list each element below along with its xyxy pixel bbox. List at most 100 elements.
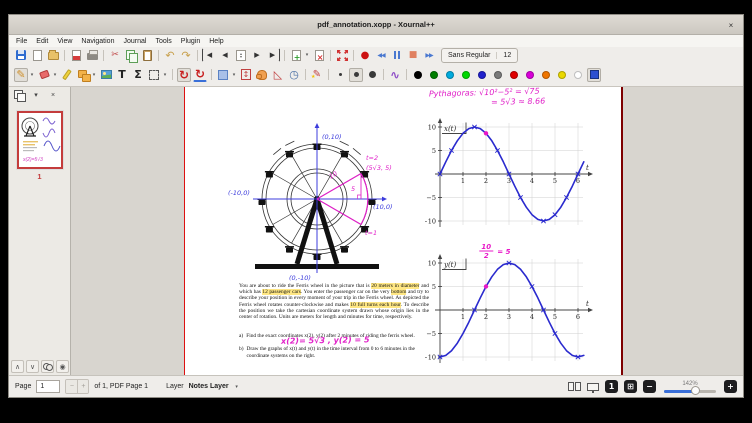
dual-page-view-button[interactable] bbox=[568, 382, 581, 391]
highlighted-text: 20 meters in diameter bbox=[371, 283, 419, 289]
zoom-slider-thumb[interactable] bbox=[691, 386, 700, 395]
color-swatch-white[interactable] bbox=[571, 68, 585, 82]
fill-toggle[interactable] bbox=[216, 68, 230, 82]
first-page-button[interactable]: ◀ bbox=[202, 48, 216, 62]
menu-navigation[interactable]: Navigation bbox=[81, 38, 114, 45]
snap-rotation-toggle[interactable]: ↻ bbox=[177, 68, 191, 82]
select-object-tool-button[interactable] bbox=[76, 68, 90, 82]
pen-options-dropdown[interactable]: ▾ bbox=[29, 72, 35, 78]
zoom-slider[interactable]: 142% bbox=[662, 381, 718, 393]
menu-plugin[interactable]: Plugin bbox=[181, 38, 200, 45]
seek-backward-button[interactable]: ◀◀ bbox=[374, 48, 388, 62]
record-audio-button[interactable]: ● bbox=[358, 48, 372, 62]
open-button[interactable] bbox=[46, 48, 60, 62]
presentation-mode-button[interactable] bbox=[587, 383, 599, 391]
export-pdf-button[interactable] bbox=[69, 48, 83, 62]
zoom-out-button[interactable]: − bbox=[643, 380, 656, 393]
shape-recognizer-button[interactable]: ✎★ bbox=[310, 68, 324, 82]
color-chooser-button[interactable] bbox=[587, 68, 601, 82]
scroll-up-button[interactable]: ∧ bbox=[11, 360, 24, 373]
color-swatch-cyan[interactable] bbox=[443, 68, 457, 82]
goto-page-button[interactable]: ▴▾ bbox=[234, 48, 248, 62]
color-swatch-green[interactable] bbox=[427, 68, 441, 82]
setsquare-tool-button[interactable]: ◺ bbox=[271, 68, 285, 82]
page-number-input[interactable]: 1 bbox=[36, 380, 60, 393]
last-page-button[interactable]: ▶ bbox=[266, 48, 280, 62]
copy-button[interactable] bbox=[124, 48, 138, 62]
new-page-dropdown[interactable]: ▾ bbox=[304, 52, 310, 58]
eraser-options-dropdown[interactable]: ▾ bbox=[52, 72, 58, 78]
snap-grid-toggle[interactable]: ↻ bbox=[193, 68, 207, 82]
new-document-button[interactable] bbox=[30, 48, 44, 62]
pen-tool-button[interactable]: ✎ bbox=[14, 68, 28, 82]
paragraph-text: You are about to ride the Ferris wheel i… bbox=[239, 283, 371, 289]
thickness-fine-button[interactable] bbox=[333, 68, 347, 82]
preview-tab-button[interactable] bbox=[14, 90, 24, 100]
zoom-in-button[interactable]: + bbox=[724, 380, 737, 393]
page-decrement-button[interactable]: − bbox=[66, 380, 77, 393]
select-object-dropdown[interactable]: ▾ bbox=[91, 72, 97, 78]
ferris-wheel-figure: (0,10) (-10,0) (10,0) (0,-10) 10 5 t=2 (… bbox=[227, 111, 407, 283]
window-close-icon[interactable]: × bbox=[725, 19, 737, 31]
menu-journal[interactable]: Journal bbox=[123, 38, 146, 45]
color-swatch-gray[interactable] bbox=[491, 68, 505, 82]
seek-forward-button[interactable]: ▶▶ bbox=[422, 48, 436, 62]
menu-view[interactable]: View bbox=[57, 38, 72, 45]
white-color-icon bbox=[574, 71, 582, 79]
fill-opacity-dropdown[interactable]: ▾ bbox=[231, 72, 237, 78]
layer-dropdown[interactable]: ▾ bbox=[234, 384, 240, 390]
save-button[interactable] bbox=[14, 48, 28, 62]
spline-tool-button[interactable]: ∿ bbox=[388, 68, 402, 82]
text-tool-button[interactable]: T bbox=[115, 68, 129, 82]
vertical-space-tool-button[interactable]: ↕ bbox=[239, 68, 253, 82]
zoom-fit-button[interactable]: ⊞ bbox=[624, 380, 637, 393]
sidebar-close-icon[interactable]: × bbox=[48, 90, 58, 100]
scroll-down-button[interactable]: ∨ bbox=[26, 360, 39, 373]
pause-playback-button[interactable] bbox=[390, 48, 404, 62]
compass-tool-button[interactable]: ◷ bbox=[287, 68, 301, 82]
eraser-tool-button[interactable] bbox=[37, 68, 51, 82]
paste-button[interactable] bbox=[140, 48, 154, 62]
color-swatch-black[interactable] bbox=[411, 68, 425, 82]
color-swatch-orange[interactable] bbox=[539, 68, 553, 82]
menu-help[interactable]: Help bbox=[209, 38, 223, 45]
new-page-after-button[interactable] bbox=[289, 48, 303, 62]
tex-tool-button[interactable]: Σ bbox=[131, 68, 145, 82]
hand-tool-button[interactable] bbox=[255, 68, 269, 82]
next-page-button[interactable]: ▶ bbox=[250, 48, 264, 62]
fullscreen-button[interactable] bbox=[335, 48, 349, 62]
zoom-100-button[interactable]: 1 bbox=[605, 380, 618, 393]
redo-button[interactable]: ↷ bbox=[179, 48, 193, 62]
highlighter-tool-button[interactable] bbox=[60, 68, 74, 82]
zoom-slider-track[interactable] bbox=[664, 390, 716, 393]
svg-text:5: 5 bbox=[432, 283, 436, 291]
color-swatch-magenta[interactable] bbox=[523, 68, 537, 82]
color-swatch-red[interactable] bbox=[507, 68, 521, 82]
sidebar-dropdown[interactable]: ▾ bbox=[31, 90, 41, 100]
layer-value[interactable]: Notes Layer bbox=[189, 383, 229, 390]
thickness-medium-button[interactable] bbox=[349, 68, 363, 82]
pdf-page[interactable]: Pythagoras: √10²−5² = √75 = 5√3 ≈ 8.66 bbox=[184, 87, 623, 375]
previous-page-button[interactable]: ◀ bbox=[218, 48, 232, 62]
color-swatch-blue[interactable] bbox=[475, 68, 489, 82]
color-swatch-light-green[interactable] bbox=[459, 68, 473, 82]
stop-playback-button[interactable]: ■ bbox=[406, 48, 420, 62]
menu-tools[interactable]: Tools bbox=[155, 38, 171, 45]
insert-image-button[interactable] bbox=[99, 68, 113, 82]
print-button[interactable] bbox=[85, 48, 99, 62]
font-selector[interactable]: Sans Regular 12 bbox=[441, 48, 518, 63]
undo-button[interactable]: ↶ bbox=[163, 48, 177, 62]
select-rectangle-button[interactable] bbox=[147, 68, 161, 82]
page-thumbnail[interactable]: x(2)=5√3 bbox=[17, 111, 63, 169]
color-swatch-yellow[interactable] bbox=[555, 68, 569, 82]
thickness-thick-button[interactable] bbox=[365, 68, 379, 82]
link-pages-button[interactable] bbox=[41, 360, 54, 373]
menu-file[interactable]: File bbox=[16, 38, 27, 45]
window-title: pdf_annotation.xopp - Xournal++ bbox=[317, 20, 435, 29]
menu-edit[interactable]: Edit bbox=[36, 38, 48, 45]
selection-dropdown[interactable]: ▾ bbox=[162, 72, 168, 78]
page-increment-button[interactable]: + bbox=[77, 380, 88, 393]
cut-button[interactable]: ✂ bbox=[108, 48, 122, 62]
focus-page-button[interactable]: ◉ bbox=[56, 360, 69, 373]
delete-page-button[interactable] bbox=[312, 48, 326, 62]
